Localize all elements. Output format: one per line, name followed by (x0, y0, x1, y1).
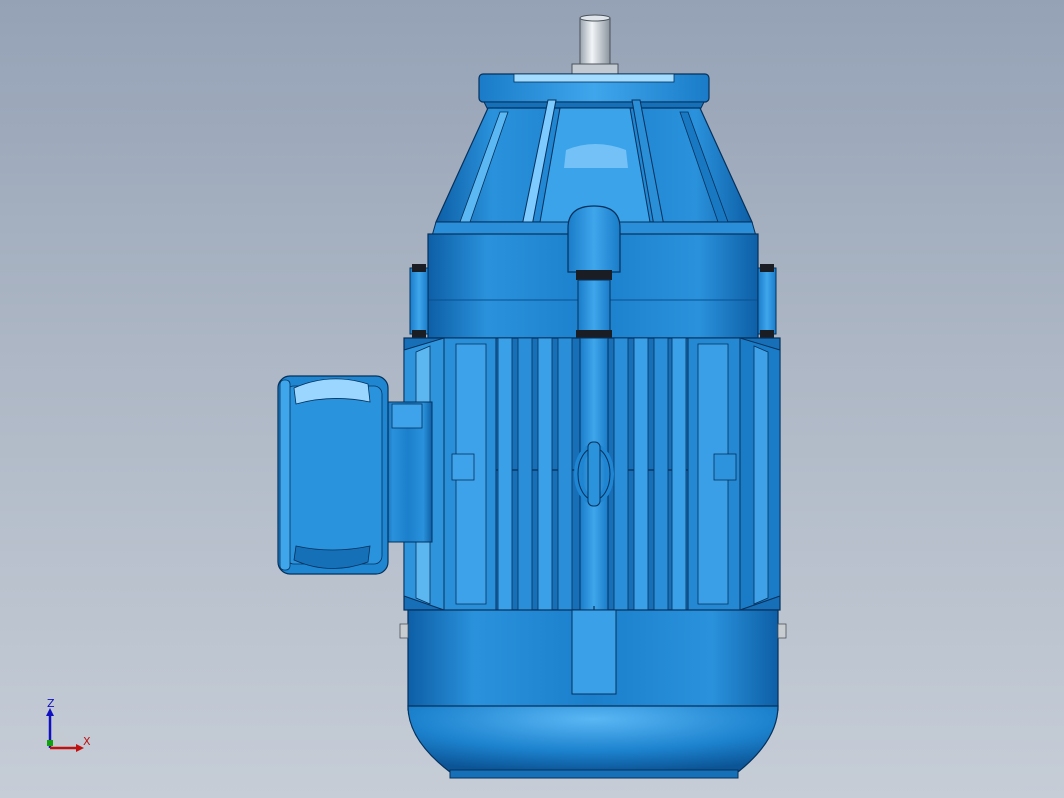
axis-x-label: X (83, 735, 91, 748)
top-flange[interactable] (478, 73, 710, 111)
view-triad[interactable]: Z X (36, 694, 106, 764)
fan-cowl[interactable] (399, 609, 787, 779)
shaft[interactable] (571, 14, 619, 75)
graphics-viewport[interactable]: Z X (0, 0, 1064, 798)
axis-z-label: Z (47, 697, 55, 710)
motor-3d-model[interactable] (0, 0, 1064, 798)
